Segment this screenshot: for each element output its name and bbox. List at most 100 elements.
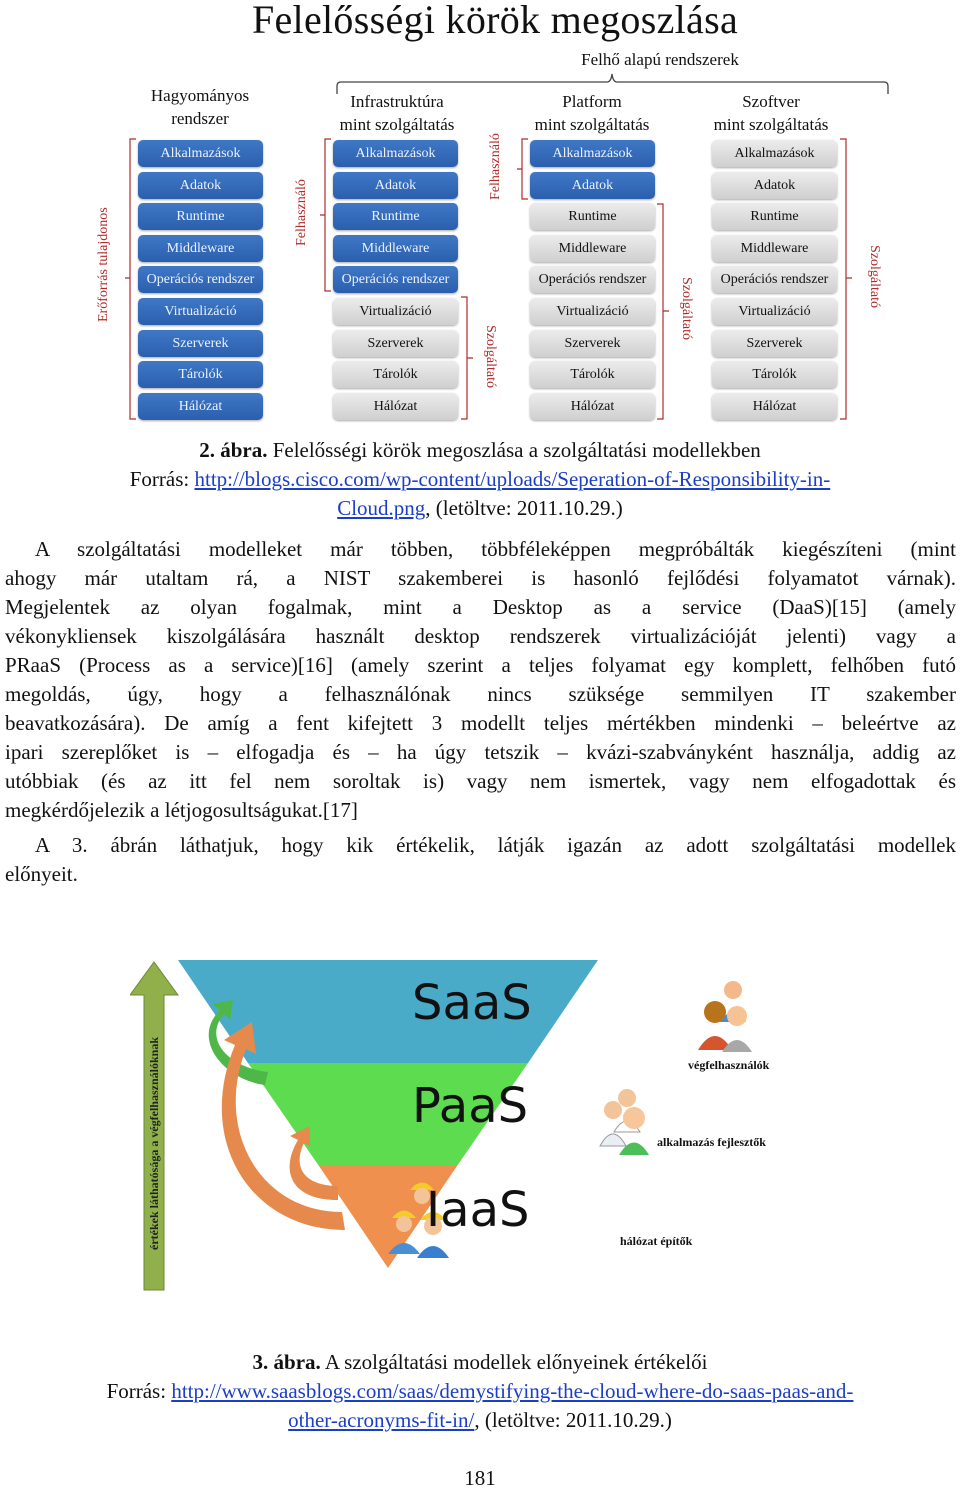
heading-line: Platform (562, 92, 622, 111)
figure2-source-link[interactable]: http://blogs.cisco.com/wp-content/upload… (195, 467, 831, 491)
figure3-number: 3. ábra. (252, 1350, 321, 1374)
layer-stack-traditional: Alkalmazások Adatok Runtime Middleware Operá… (138, 140, 263, 424)
heading-line: Infrastruktúra (350, 92, 444, 111)
bracket-iaas-provider (461, 296, 473, 420)
layer-block: Hálózat (333, 392, 458, 420)
figure2-source-line-2: Cloud.png, (letöltve: 2011.10.29.) (0, 494, 960, 523)
figure3-source-line-2: other-acronyms-fit-in/, (letöltve: 2011.… (0, 1406, 960, 1435)
figure3-caption-title-line: 3. ábra. A szolgáltatási modellek előnye… (0, 1348, 960, 1377)
layer-block: Tárolók (138, 361, 263, 389)
bracket-saas-provider (840, 138, 852, 420)
paragraph-line: beavatkozására). De amíg a fent kifejtet… (5, 709, 956, 738)
layer-block: Szerverek (333, 329, 458, 357)
side-label-iaas-user: Felhasználó (294, 179, 309, 246)
paragraph-line-text: ipari szereplőket is – elfogadja és – ha… (5, 740, 956, 764)
figure3-source-line: Forrás: http://www.saasblogs.com/saas/de… (0, 1377, 960, 1406)
paragraph-line-text: Megjelentek az olyan fogalmak, mint a De… (5, 595, 956, 619)
layer-block: Middleware (530, 234, 655, 262)
layer-block: Operációs rendszer (712, 266, 837, 294)
layer-block: Adatok (712, 171, 837, 199)
heading-line: mint szolgáltatás (534, 115, 650, 134)
bracket-iaas-user (320, 138, 331, 292)
layer-block: Alkalmazások (138, 140, 263, 167)
figure2-caption-title: Felelősségi körök megoszlása a szolgálta… (267, 438, 761, 462)
paragraph-line-text: vékonykliensek kiszolgálására használt d… (5, 624, 956, 648)
layer-block: Tárolók (333, 361, 458, 389)
layer-block: Adatok (138, 171, 263, 199)
paragraph-line-text: előnyeit. (5, 862, 78, 886)
paragraph-line-text: ahogy már utaltam rá, a NIST szakemberei… (5, 566, 956, 590)
heading-line: rendszer (171, 109, 229, 128)
figure-service-model-pyramid: SaaS PaaS IaaS végfelhasználók alkalmazá… (130, 950, 830, 1300)
figure3-caption: 3. ábra. A szolgáltatási modellek előnye… (0, 1348, 960, 1435)
source-prefix: Forrás: (129, 467, 195, 491)
paragraph-line-text: beavatkozására). De amíg a fent kifejtet… (5, 711, 956, 735)
column-heading-traditional: Hagyományos rendszer (120, 84, 280, 130)
paragraph-line: PRaaS (Process as a service)[16] (amely … (5, 651, 956, 680)
paragraph-line-text: utóbbiak (és az itt fel nem soroltak is)… (5, 769, 956, 793)
tier-label-iaas: IaaS (426, 1182, 530, 1238)
side-label-paas-provider: Szolgáltató (679, 277, 694, 340)
layer-block: Runtime (712, 203, 837, 231)
bracket-paas-user (517, 138, 528, 200)
retrieved-date: , (letöltve: 2011.10.29.) (425, 496, 623, 520)
retrieved-date: , (letöltve: 2011.10.29.) (474, 1408, 672, 1432)
layer-block: Alkalmazások (712, 140, 837, 167)
bracket-paas-provider (657, 203, 669, 420)
paragraph-line-text: PRaaS (Process as a service)[16] (amely … (5, 653, 956, 677)
paragraph-line: megoldás, úgy, hogy a felhasználónak nin… (5, 680, 956, 709)
layer-stack-iaas: Alkalmazások Adatok Runtime Middleware Operá… (333, 140, 458, 424)
figure3-caption-title: A szolgáltatási modellek előnyeinek érté… (320, 1350, 708, 1374)
layer-block: Hálózat (530, 392, 655, 420)
heading-line: Szoftver (742, 92, 800, 111)
paragraph-line-text: A szolgáltatási modelleket már többen, t… (35, 537, 956, 561)
layer-block: Runtime (138, 203, 263, 231)
layer-block: Szerverek (712, 329, 837, 357)
layer-block: Runtime (530, 203, 655, 231)
body-paragraph-1: A szolgáltatási modelleket már többen, t… (5, 535, 956, 825)
layer-stack-saas: Alkalmazások Adatok Runtime Middleware Operá… (712, 140, 837, 424)
paragraph-line: ahogy már utaltam rá, a NIST szakemberei… (5, 564, 956, 593)
end-users-icon (698, 981, 752, 1052)
tier-label-paas: PaaS (412, 1078, 529, 1134)
column-heading-iaas: Infrastruktúra mint szolgáltatás (312, 90, 482, 136)
app-developers-icon (599, 1089, 649, 1155)
page-number: 181 (464, 1466, 496, 1490)
layer-stack-paas: Alkalmazások Adatok Runtime Middleware Operá… (530, 140, 655, 424)
layer-block: Alkalmazások (333, 140, 458, 167)
layer-block: Hálózat (138, 392, 263, 420)
figure2-source-link-cont[interactable]: Cloud.png (337, 496, 425, 520)
paragraph-line-text: megoldás, úgy, hogy a felhasználónak nin… (5, 682, 956, 706)
layer-block: Adatok (530, 171, 655, 199)
layer-block: Hálózat (712, 392, 837, 420)
figure2-caption: 2. ábra. Felelősségi körök megoszlása a … (0, 436, 960, 523)
paragraph-line: ipari szereplőket is – elfogadja és – ha… (5, 738, 956, 767)
layer-block: Virtualizáció (138, 297, 263, 325)
paragraph-line-text: A 3. ábrán láthatjuk, hogy kik értékelik… (35, 833, 956, 857)
figure3-source-link-cont[interactable]: other-acronyms-fit-in/ (288, 1408, 474, 1432)
figure2-caption-title-line: 2. ábra. Felelősségi körök megoszlása a … (0, 436, 960, 465)
layer-block: Operációs rendszer (333, 266, 458, 294)
paragraph-line-text: megkérdőjelezik a létjogosultságukat.[17… (5, 798, 358, 822)
layer-block: Alkalmazások (530, 140, 655, 167)
layer-block: Szerverek (138, 329, 263, 357)
paragraph-line: utóbbiak (és az itt fel nem soroltak is)… (5, 767, 956, 796)
layer-block: Middleware (712, 234, 837, 262)
role-label-end-users: végfelhasználók (688, 1058, 770, 1072)
paragraph-line: A 3. ábrán láthatjuk, hogy kik értékelik… (5, 831, 956, 860)
figure3-source-link[interactable]: http://www.saasblogs.com/saas/demystifyi… (171, 1379, 853, 1403)
layer-block: Middleware (333, 234, 458, 262)
figure2-number: 2. ábra. (199, 438, 268, 462)
layer-block: Szerverek (530, 329, 655, 357)
layer-block: Adatok (333, 171, 458, 199)
paragraph-line: Megjelentek az olyan fogalmak, mint a De… (5, 593, 956, 622)
cloud-systems-label: Felhő alapú rendszerek (581, 50, 739, 69)
layer-block: Tárolók (530, 361, 655, 389)
side-label-paas-user: Felhasználó (488, 133, 503, 200)
visibility-axis-label: értékek láthatósága a végfelhasználóknak (147, 1037, 161, 1250)
side-label-saas-provider: Szolgáltató (867, 245, 882, 308)
side-label-resource-owner: Erőforrás tulajdonos (96, 207, 111, 322)
figure2-source-line: Forrás: http://blogs.cisco.com/wp-conten… (0, 465, 960, 494)
layer-block: Tárolók (712, 361, 837, 389)
source-prefix: Forrás: (106, 1379, 172, 1403)
